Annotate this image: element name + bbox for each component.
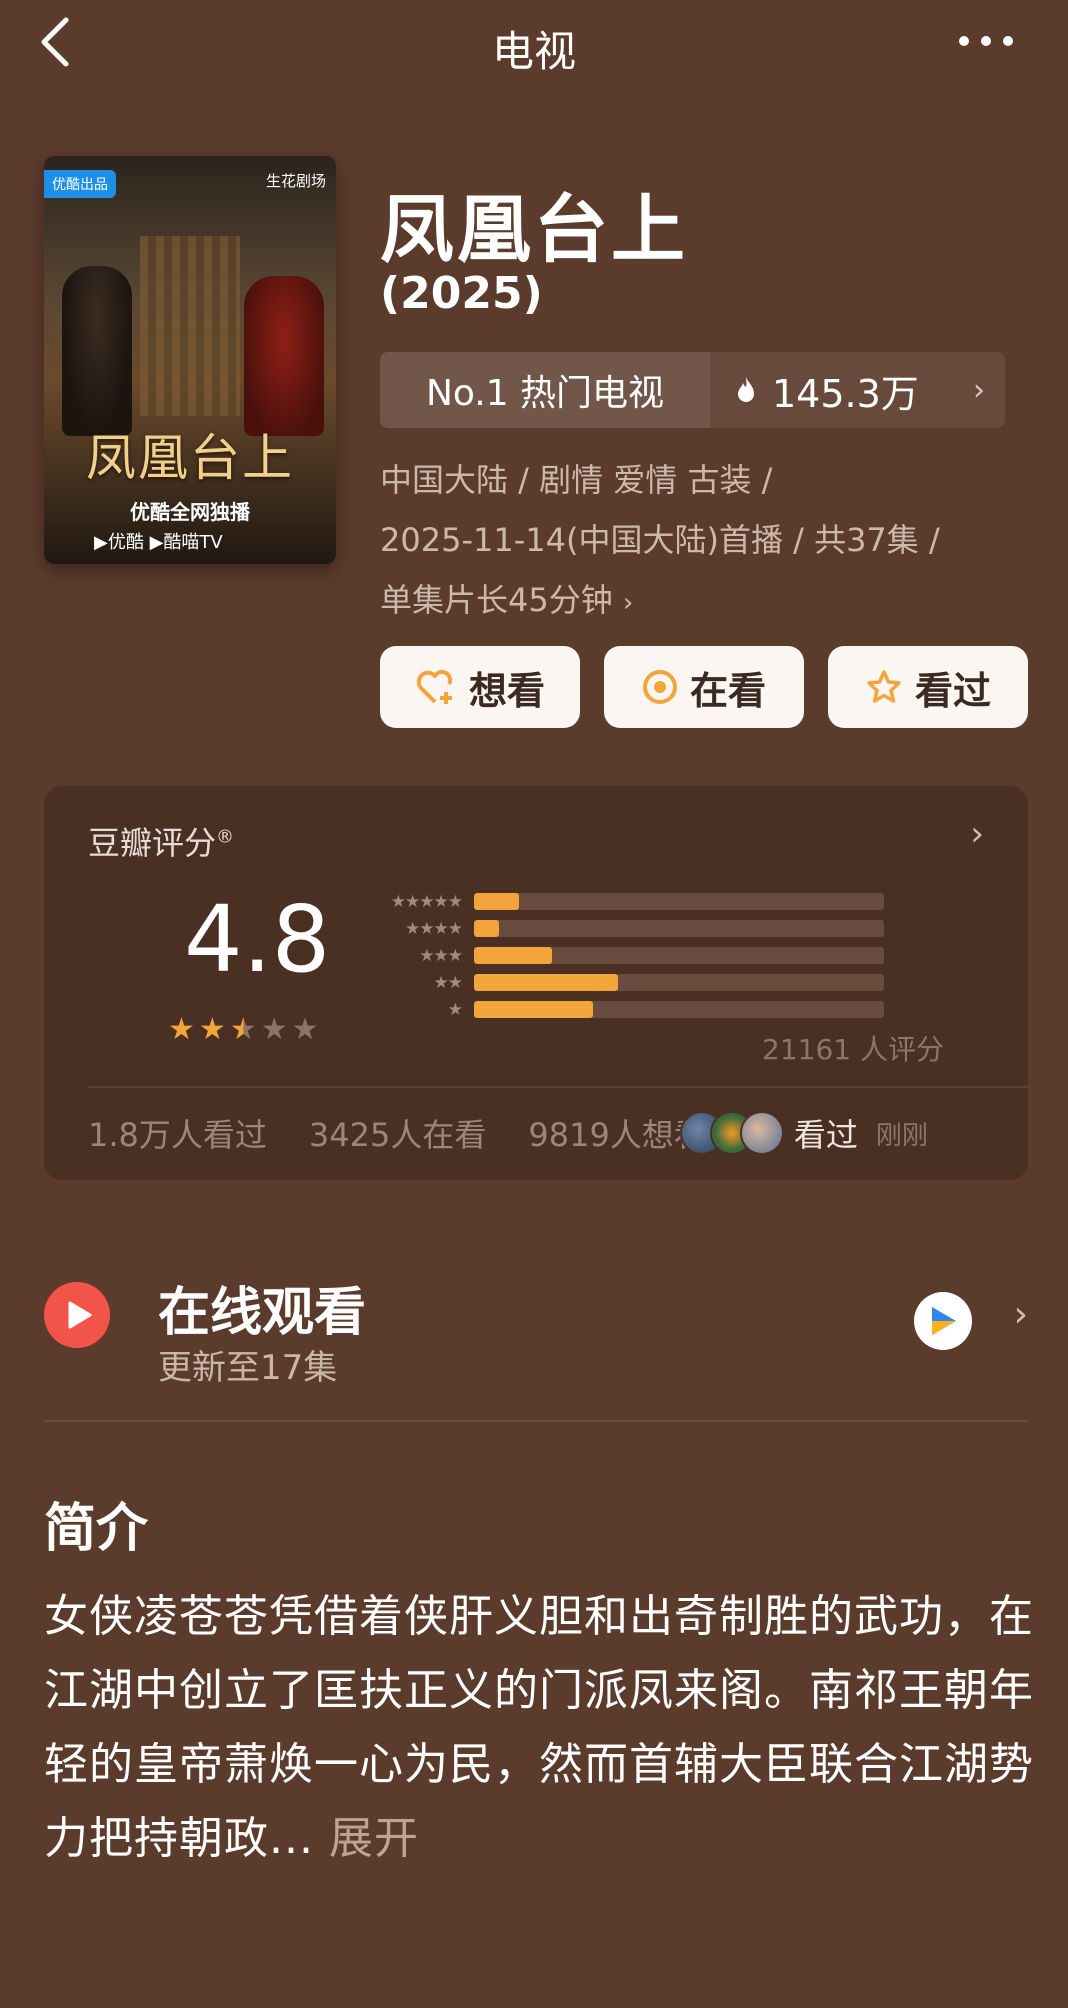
- poster-slogan: 优酷全网独播: [130, 500, 250, 524]
- distribution-row: ★★★: [374, 942, 954, 969]
- rating-label: 豆瓣评分: [88, 824, 217, 862]
- chevron-right-icon: ›: [1013, 1294, 1028, 1335]
- distribution-row: ★: [374, 996, 954, 1023]
- star-outline-icon: [867, 670, 901, 703]
- distribution-bar-fill: [474, 974, 618, 991]
- distribution-bar-track: [474, 893, 884, 910]
- distribution-bar-fill: [474, 947, 552, 964]
- poster-badge: 优酷出品: [44, 170, 116, 198]
- rating-stats: 1.8万人看过 3425人在看 9819人想看 看过 刚刚: [88, 1104, 1018, 1162]
- poster-studio-logo: 生花剧场: [265, 172, 326, 190]
- friend-time: 刚刚: [875, 1120, 928, 1151]
- poster-title: 凤凰台上: [86, 429, 294, 487]
- distribution-stars: ★★★: [419, 945, 463, 966]
- heart-plus-icon: [416, 669, 453, 704]
- more-dots-icon: [959, 36, 1013, 46]
- hot-rank-badge[interactable]: No.1 热门电视 145.3万 ›: [380, 352, 1005, 428]
- rating-star-icon: ★: [229, 1012, 257, 1047]
- meta-line-2: 2025-11-14(中国大陆)首播 / 共37集 /: [380, 521, 940, 559]
- chevron-right-icon: ›: [973, 372, 985, 408]
- rating-star-icon: ★: [260, 1012, 288, 1047]
- distribution-stars: ★★★★: [405, 918, 463, 939]
- chevron-right-icon[interactable]: ›: [970, 814, 984, 854]
- want-label: 想看: [468, 668, 545, 713]
- rating-label-wrap: 豆瓣评分®: [88, 818, 234, 864]
- friend-avatars[interactable]: [679, 1111, 784, 1155]
- distribution-row: ★★★★★: [374, 888, 954, 915]
- distribution-bar-track: [474, 974, 884, 991]
- flame-icon: [738, 377, 754, 402]
- meta-line-3: 单集片长45分钟: [380, 581, 613, 619]
- rating-stars: ★ ★ ★ ★ ★: [168, 1012, 323, 1047]
- watching-button[interactable]: 在看: [604, 646, 804, 728]
- page-title: 电视: [491, 27, 576, 76]
- friend-action: 看过: [793, 1116, 858, 1154]
- divider: [44, 1420, 1028, 1422]
- intro-heading: 简介: [44, 1499, 149, 1559]
- show-meta[interactable]: 中国大陆 / 剧情 爱情 古装 / 2025-11-14(中国大陆)首播 / 共…: [380, 450, 1040, 633]
- show-year: (2025): [380, 268, 543, 319]
- intro-text-block: 女侠凌苍苍凭借着侠肝义胆和出奇制胜的武功，在江湖中创立了匡扶正义的门派凤来阁。南…: [44, 1580, 1034, 1876]
- rating-distribution: ★★★★★ ★★★★ ★★★ ★★ ★: [374, 888, 954, 1023]
- meta-line-1: 中国大陆 / 剧情 爱情 古装 /: [380, 461, 773, 499]
- online-watch-subtitle: 更新至17集: [158, 1348, 338, 1388]
- want-button[interactable]: 想看: [380, 646, 580, 728]
- youku-app-icon: [914, 1292, 972, 1350]
- expand-link[interactable]: 展开: [329, 1813, 419, 1864]
- watched-label: 看过: [914, 668, 991, 713]
- rating-star-icon: ★: [168, 1012, 195, 1047]
- chevron-right-icon: ›: [622, 588, 634, 618]
- online-watch-title: 在线观看: [158, 1283, 367, 1343]
- rank-label: No.1 热门电视: [380, 352, 710, 428]
- rating-star-icon: ★: [198, 1012, 226, 1047]
- rating-score: 4.8: [184, 886, 331, 993]
- poster-platforms: ▶优酷 ▶酷喵TV: [94, 532, 223, 553]
- distribution-bar-track: [474, 1001, 884, 1018]
- online-watch-row[interactable]: 在线观看 更新至17集 ›: [44, 1250, 1028, 1390]
- watching-label: 在看: [689, 668, 766, 713]
- distribution-bar-track: [474, 920, 884, 937]
- avatar: [739, 1111, 784, 1155]
- distribution-stars: ★★: [433, 972, 463, 993]
- poster-gate-art: [140, 236, 240, 416]
- watched-count: 1.8万人看过: [88, 1116, 267, 1154]
- distribution-row: ★★★★: [374, 915, 954, 942]
- registered-mark: ®: [216, 826, 235, 848]
- distribution-stars: ★★★★★: [390, 891, 463, 912]
- target-icon: [642, 670, 677, 704]
- divider: [88, 1086, 1028, 1088]
- poster-image[interactable]: 优酷出品 生花剧场 凤凰台上 优酷全网独播 ▶优酷 ▶酷喵TV: [44, 156, 336, 564]
- distribution-bar-fill: [474, 920, 499, 937]
- intro-text: 女侠凌苍苍凭借着侠肝义胆和出奇制胜的武功，在江湖中创立了匡扶正义的门派凤来阁。南…: [44, 1591, 1034, 1864]
- distribution-row: ★★: [374, 969, 954, 996]
- top-bar: 电视: [0, 0, 1068, 90]
- distribution-bar-track: [474, 947, 884, 964]
- watched-button[interactable]: 看过: [828, 646, 1028, 728]
- rating-card[interactable]: 豆瓣评分® › 4.8 ★ ★ ★ ★ ★ ★★★★★ ★★★★ ★★★ ★★ ★ 1.8万人看…: [44, 786, 1028, 1180]
- play-icon: [44, 1282, 110, 1348]
- meta-line-3-wrap: 单集片长45分钟 ›: [380, 570, 1040, 633]
- show-title: 凤凰台上: [380, 187, 688, 273]
- more-button[interactable]: [956, 26, 1016, 56]
- rating-star-icon: ★: [291, 1012, 319, 1047]
- distribution-bar-fill: [474, 893, 520, 910]
- distribution-bar-fill: [474, 1001, 593, 1018]
- action-buttons: 想看 在看 看过: [380, 646, 1028, 728]
- poster-figure-left: [62, 266, 132, 436]
- distribution-stars: ★: [447, 999, 463, 1020]
- hot-value: 145.3万: [772, 371, 919, 416]
- poster-figure-right: [244, 276, 324, 436]
- rating-count: 21161 人评分: [762, 1033, 944, 1066]
- hot-value-box: 145.3万 ›: [710, 352, 1005, 428]
- watching-count: 3425人在看: [308, 1116, 487, 1154]
